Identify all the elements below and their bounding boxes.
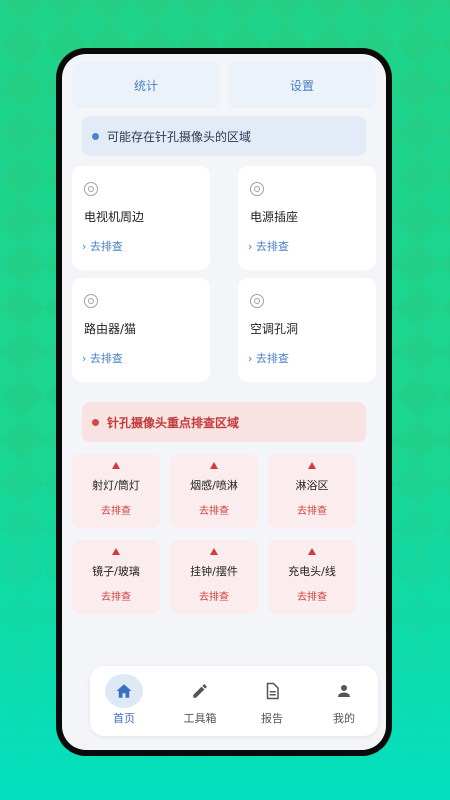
person-icon: [325, 674, 363, 708]
nav-label: 我的: [333, 712, 355, 725]
focus-tile-spotlight[interactable]: 射灯/筒灯 去排查: [72, 454, 160, 528]
check-link[interactable]: › 去排查: [82, 238, 123, 254]
section-header-focus-areas: 针孔摄像头重点排查区域: [82, 402, 366, 442]
tile-name: 充电头/线: [288, 565, 336, 578]
tile-action[interactable]: 去排查: [268, 502, 356, 517]
tile-action[interactable]: 去排查: [170, 588, 258, 603]
card-title: 电视机周边: [84, 210, 145, 224]
area-card-tv[interactable]: 电视机周边 › 去排查: [72, 166, 210, 270]
target-icon: [250, 294, 264, 308]
target-icon: [84, 294, 98, 308]
card-title: 空调孔洞: [250, 322, 299, 336]
focus-tile-shower[interactable]: 淋浴区 去排查: [268, 454, 356, 528]
tile-name: 射灯/筒灯: [92, 479, 140, 492]
warning-triangle-icon: [308, 548, 316, 555]
tile-name: 淋浴区: [295, 479, 329, 492]
tile-action[interactable]: 去排查: [72, 588, 160, 603]
tile-name: 镜子/玻璃: [92, 565, 140, 578]
focus-tile-mirror[interactable]: 镜子/玻璃 去排查: [72, 540, 160, 614]
check-link[interactable]: › 去排查: [82, 350, 123, 366]
tile-name: 挂钟/摆件: [190, 565, 238, 578]
bullet-dot: [92, 132, 99, 140]
app-screen: 统计 设置 可能存在针孔摄像头的区域 电视机周边 › 去排查 电源插座 › 去排…: [62, 54, 386, 750]
target-icon: [250, 182, 264, 196]
warning-triangle-icon: [308, 462, 316, 469]
area-card-ac-hole[interactable]: 空调孔洞 › 去排查: [238, 278, 376, 382]
check-link[interactable]: › 去排查: [248, 350, 289, 366]
card-title: 电源插座: [250, 210, 299, 224]
nav-home[interactable]: 首页: [94, 666, 154, 736]
nav-toolbox[interactable]: 工具箱: [170, 666, 230, 736]
area-card-router[interactable]: 路由器/猫 › 去排查: [72, 278, 210, 382]
warning-triangle-icon: [210, 548, 218, 555]
section-title: 针孔摄像头重点排查区域: [107, 415, 240, 430]
top-tabs: 统计 设置: [72, 62, 376, 108]
bottom-nav: 首页 工具箱 报告 我的: [90, 666, 378, 736]
nav-label: 首页: [113, 712, 135, 725]
nav-label: 工具箱: [183, 712, 217, 725]
tile-action[interactable]: 去排查: [170, 502, 258, 517]
document-icon: [253, 674, 291, 708]
area-card-socket[interactable]: 电源插座 › 去排查: [238, 166, 376, 270]
card-title: 路由器/猫: [84, 322, 137, 336]
check-link[interactable]: › 去排查: [248, 238, 289, 254]
tile-name: 烟感/喷淋: [190, 479, 238, 492]
target-icon: [84, 182, 98, 196]
warning-triangle-icon: [210, 462, 218, 469]
focus-tile-charger[interactable]: 充电头/线 去排查: [268, 540, 356, 614]
tile-action[interactable]: 去排查: [268, 588, 356, 603]
focus-tile-smoke-detector[interactable]: 烟感/喷淋 去排查: [170, 454, 258, 528]
nav-profile[interactable]: 我的: [314, 666, 374, 736]
bullet-dot: [92, 418, 99, 426]
tile-action[interactable]: 去排查: [72, 502, 160, 517]
tab-settings[interactable]: 设置: [228, 62, 376, 108]
warning-triangle-icon: [112, 548, 120, 555]
section-title: 可能存在针孔摄像头的区域: [107, 129, 252, 144]
nav-label: 报告: [261, 712, 283, 725]
section-header-possible-areas: 可能存在针孔摄像头的区域: [82, 116, 366, 156]
focus-tile-clock[interactable]: 挂钟/摆件 去排查: [170, 540, 258, 614]
tab-statistics[interactable]: 统计: [72, 62, 220, 108]
pencil-icon: [181, 674, 219, 708]
home-icon: [105, 674, 143, 708]
warning-triangle-icon: [112, 462, 120, 469]
nav-report[interactable]: 报告: [242, 666, 302, 736]
